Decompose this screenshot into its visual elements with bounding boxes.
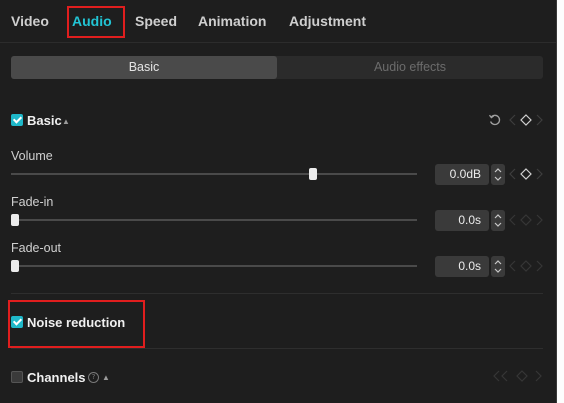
subtab-switch: Basic Audio effects — [11, 56, 543, 79]
fade-in-label: Fade-in — [11, 195, 54, 209]
collapse-caret-icon[interactable]: ▲ — [102, 373, 110, 382]
basic-section-label: Basic — [27, 113, 62, 128]
section-divider — [11, 293, 543, 294]
fade-out-value-field[interactable]: 0.0s — [435, 256, 489, 277]
volume-keyframe-icon[interactable] — [509, 168, 543, 180]
volume-stepper-icon[interactable] — [491, 164, 505, 185]
tab-video[interactable]: Video — [11, 13, 49, 29]
fade-in-slider-track[interactable] — [11, 219, 417, 221]
collapse-caret-icon[interactable]: ▲ — [62, 117, 70, 126]
fade-out-label: Fade-out — [11, 241, 62, 255]
volume-label: Volume — [11, 149, 53, 163]
fade-in-keyframe-icon — [509, 214, 543, 226]
tab-animation[interactable]: Animation — [198, 13, 266, 29]
volume-slider-track[interactable] — [11, 173, 417, 175]
reset-icon[interactable] — [488, 113, 502, 127]
noise-reduction-checkbox[interactable] — [11, 316, 23, 328]
noise-reduction-label: Noise reduction — [27, 315, 126, 330]
basic-checkbox[interactable] — [11, 114, 23, 126]
fade-out-slider-track[interactable] — [11, 265, 417, 267]
fade-out-slider-handle[interactable] — [11, 260, 19, 272]
volume-slider-handle[interactable] — [309, 168, 317, 180]
properties-panel: Video Audio Speed Animation Adjustment B… — [0, 0, 557, 403]
tab-bar: Video Audio Speed Animation Adjustment — [0, 0, 556, 43]
section-divider — [11, 348, 543, 349]
channels-label: Channels — [27, 370, 86, 385]
channels-checkbox[interactable] — [11, 371, 23, 383]
channels-keyframe-icon — [493, 370, 542, 382]
fade-in-slider-handle[interactable] — [11, 214, 19, 226]
volume-value-field[interactable]: 0.0dB — [435, 164, 489, 185]
subtab-basic[interactable]: Basic — [11, 56, 277, 79]
subtab-audio-effects[interactable]: Audio effects — [277, 56, 543, 79]
tab-speed[interactable]: Speed — [135, 13, 177, 29]
fade-in-value-field[interactable]: 0.0s — [435, 210, 489, 231]
tab-adjustment[interactable]: Adjustment — [289, 13, 366, 29]
info-icon[interactable]: ? — [88, 372, 99, 383]
fade-out-stepper-icon[interactable] — [491, 256, 505, 277]
fade-out-keyframe-icon — [509, 260, 543, 272]
keyframe-nav-icon[interactable] — [509, 114, 543, 126]
tab-audio[interactable]: Audio — [72, 13, 112, 29]
fade-in-stepper-icon[interactable] — [491, 210, 505, 231]
